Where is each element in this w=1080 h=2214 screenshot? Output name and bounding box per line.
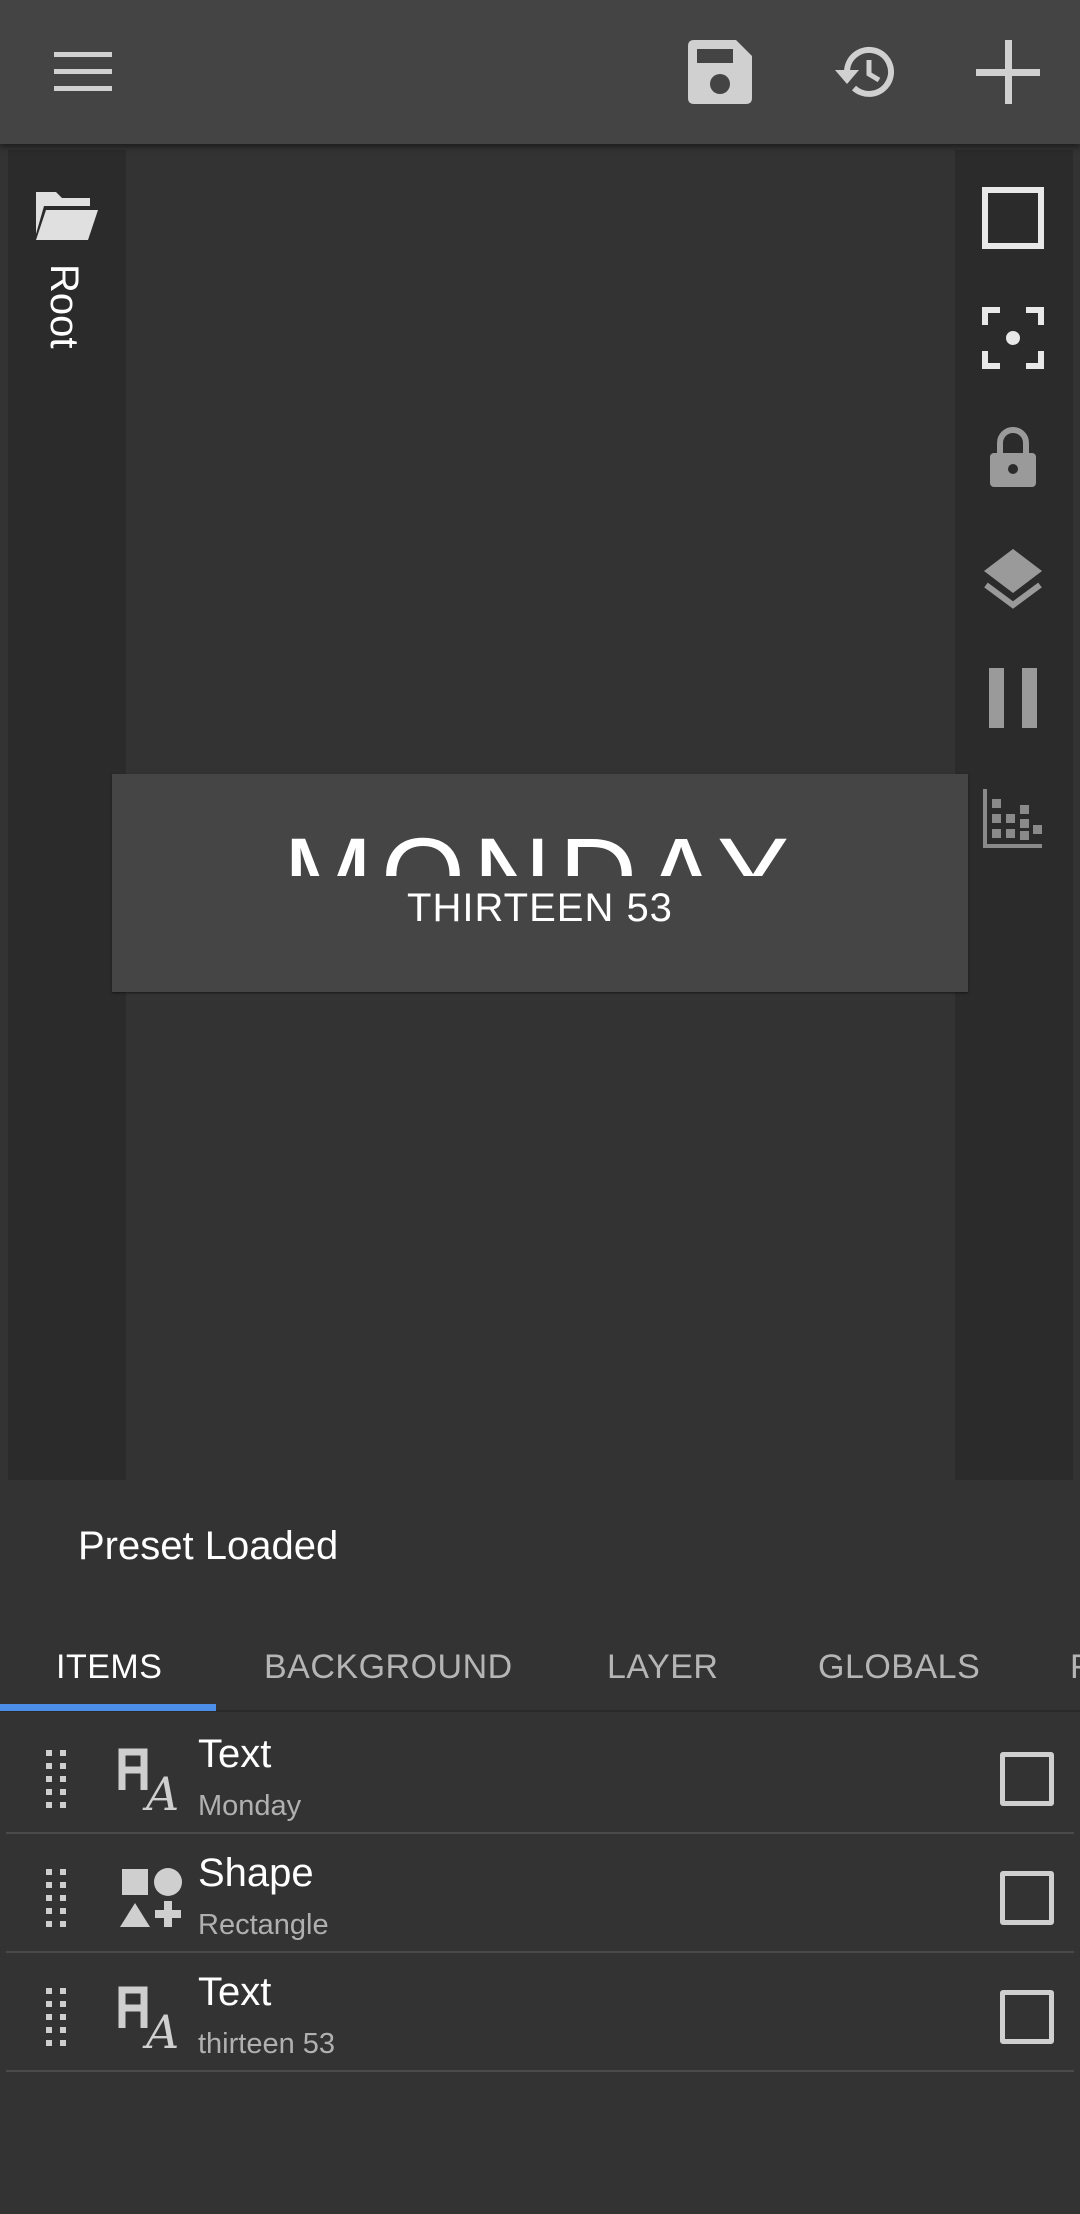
left-panel: Root xyxy=(8,150,126,1480)
item-type: Text xyxy=(198,1970,272,2014)
list-item[interactable]: A Text Monday xyxy=(6,1716,1074,1834)
item-checkbox[interactable] xyxy=(1000,1752,1054,1806)
item-checkbox[interactable] xyxy=(1000,1990,1054,2044)
tab-globals[interactable]: GLOBALS xyxy=(818,1648,980,1687)
status-message: Preset Loaded xyxy=(78,1524,339,1568)
editor-workspace[interactable]: Root MONDAY THIRTEEN 53 xyxy=(0,144,1080,1480)
app-bar xyxy=(0,0,1080,144)
save-icon xyxy=(688,40,752,104)
center-focus-tool[interactable] xyxy=(977,302,1049,374)
item-type: Text xyxy=(198,1732,272,1776)
folder-open-icon[interactable] xyxy=(34,188,98,244)
item-type: Shape xyxy=(198,1851,314,1895)
select-box-tool[interactable] xyxy=(977,182,1049,254)
text-type-icon: A xyxy=(118,1748,179,1812)
history-icon xyxy=(835,46,894,97)
layers-icon xyxy=(984,549,1042,609)
pause-icon xyxy=(989,668,1037,728)
lock-tool[interactable] xyxy=(977,422,1049,494)
right-toolbar xyxy=(955,150,1073,1480)
tab-bar: ITEMS BACKGROUND LAYER GLOBALS F xyxy=(0,1620,1080,1712)
drag-handle-icon[interactable] xyxy=(44,1869,68,1927)
tab-items[interactable]: ITEMS xyxy=(56,1648,162,1687)
item-name: Monday xyxy=(198,1790,302,1822)
preview-subtitle-text: THIRTEEN 53 xyxy=(407,886,673,930)
add-button[interactable] xyxy=(972,36,1044,108)
list-item[interactable]: Shape Rectangle xyxy=(6,1835,1074,1953)
item-name: Rectangle xyxy=(198,1909,329,1941)
list-item[interactable]: A Text thirteen 53 xyxy=(6,1954,1074,2072)
menu-icon xyxy=(54,52,112,91)
drag-handle-icon[interactable] xyxy=(44,1750,68,1808)
widget-preview[interactable]: MONDAY THIRTEEN 53 xyxy=(112,774,968,992)
shapes-icon xyxy=(120,1868,182,1927)
add-icon xyxy=(976,40,1040,104)
history-button[interactable] xyxy=(830,36,902,108)
root-label[interactable]: Root xyxy=(41,264,86,349)
save-button[interactable] xyxy=(684,36,756,108)
stats-tool[interactable] xyxy=(977,782,1049,854)
select-box-icon xyxy=(982,187,1044,249)
item-checkbox[interactable] xyxy=(1000,1871,1054,1925)
svg-text:A: A xyxy=(142,2005,179,2050)
tab-layer[interactable]: LAYER xyxy=(607,1648,718,1687)
text-type-icon: A xyxy=(118,1986,179,2050)
drag-handle-icon[interactable] xyxy=(44,1988,68,2046)
menu-button[interactable] xyxy=(48,36,120,108)
tab-active-indicator xyxy=(0,1704,216,1711)
tab-background[interactable]: BACKGROUND xyxy=(264,1648,513,1687)
lock-icon xyxy=(990,427,1036,487)
layers-tool[interactable] xyxy=(977,542,1049,614)
item-name: thirteen 53 xyxy=(198,2028,336,2060)
stats-chart-icon xyxy=(983,789,1042,848)
tab-partial[interactable]: F xyxy=(1070,1648,1080,1687)
svg-text:A: A xyxy=(142,1767,179,1812)
preview-title-text: MONDAY xyxy=(282,815,797,876)
pause-tool[interactable] xyxy=(977,662,1049,734)
center-focus-icon xyxy=(982,307,1044,369)
